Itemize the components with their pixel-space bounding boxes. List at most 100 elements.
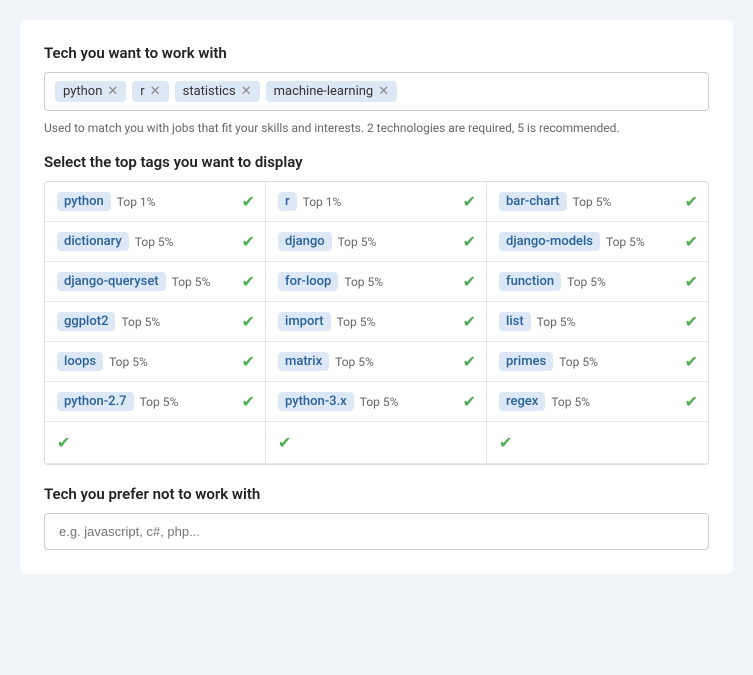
- check-icon: ✔: [685, 232, 698, 251]
- remove-tag-icon[interactable]: ✕: [107, 84, 118, 99]
- tag-cell[interactable]: python-2.7 Top 5% ✔: [45, 382, 266, 422]
- tag-name: matrix: [278, 352, 329, 371]
- hint-text: Used to match you with jobs that fit you…: [44, 121, 709, 135]
- tag-rank: Top 5%: [344, 275, 383, 289]
- tag-chip: python✕: [55, 81, 126, 102]
- tag-cell[interactable]: django-queryset Top 5% ✔: [45, 262, 266, 302]
- tag-name: python-3.x: [278, 392, 354, 411]
- check-icon: ✔: [242, 272, 255, 291]
- check-icon: ✔: [685, 352, 698, 371]
- tag-cell[interactable]: ✔: [45, 422, 266, 464]
- tag-rank: Top 5%: [338, 235, 377, 249]
- check-icon: ✔: [242, 232, 255, 251]
- tag-cell-left: dictionary Top 5%: [57, 232, 173, 251]
- check-icon: ✔: [463, 272, 476, 291]
- tag-name: for-loop: [278, 272, 338, 291]
- tag-rank: Top 5%: [121, 315, 160, 329]
- check-icon: ✔: [242, 352, 255, 371]
- tag-cell-left: django Top 5%: [278, 232, 376, 251]
- tag-cell[interactable]: function Top 5% ✔: [487, 262, 708, 302]
- tag-chip-label: machine-learning: [274, 84, 374, 99]
- check-icon: ✔: [57, 433, 70, 452]
- tag-cell[interactable]: import Top 5% ✔: [266, 302, 487, 342]
- tag-name: loops: [57, 352, 103, 371]
- tag-cell-left: list Top 5%: [499, 312, 575, 331]
- tag-rank: Top 5%: [140, 395, 179, 409]
- tag-chip: r✕: [132, 81, 168, 102]
- tag-cell-left: django-queryset Top 5%: [57, 272, 210, 291]
- check-icon: ✔: [242, 192, 255, 211]
- remove-tag-icon[interactable]: ✕: [241, 84, 252, 99]
- check-icon: ✔: [242, 392, 255, 411]
- check-icon: ✔: [278, 433, 291, 452]
- tag-name: django: [278, 232, 332, 251]
- tag-cell[interactable]: ✔: [266, 422, 487, 464]
- tag-rank: Top 5%: [335, 355, 374, 369]
- tag-cell-left: loops Top 5%: [57, 352, 148, 371]
- prefer-not-input[interactable]: [44, 513, 709, 550]
- tag-cell[interactable]: r Top 1% ✔: [266, 182, 487, 222]
- tag-name: function: [499, 272, 561, 291]
- tag-cell[interactable]: python Top 1% ✔: [45, 182, 266, 222]
- tag-cell[interactable]: ggplot2 Top 5% ✔: [45, 302, 266, 342]
- tag-rank: Top 1%: [303, 195, 342, 209]
- tag-cell[interactable]: django-models Top 5% ✔: [487, 222, 708, 262]
- check-icon: ✔: [242, 312, 255, 331]
- tag-chip-label: r: [140, 84, 144, 99]
- prefer-not-title: Tech you prefer not to work with: [44, 485, 709, 503]
- tag-cell[interactable]: regex Top 5% ✔: [487, 382, 708, 422]
- tag-rank: Top 5%: [567, 275, 606, 289]
- tag-name: list: [499, 312, 531, 331]
- tag-cell-left: regex Top 5%: [499, 392, 590, 411]
- tag-name: regex: [499, 392, 545, 411]
- tag-cell[interactable]: loops Top 5% ✔: [45, 342, 266, 382]
- check-icon: ✔: [685, 312, 698, 331]
- tag-name: import: [278, 312, 331, 331]
- tag-cell[interactable]: ✔: [487, 422, 708, 464]
- tag-cell-left: primes Top 5%: [499, 352, 598, 371]
- tag-cell[interactable]: bar-chart Top 5% ✔: [487, 182, 708, 222]
- check-icon: ✔: [463, 312, 476, 331]
- tag-cell[interactable]: for-loop Top 5% ✔: [266, 262, 487, 302]
- check-icon: ✔: [463, 392, 476, 411]
- tag-cell-left: python-2.7 Top 5%: [57, 392, 178, 411]
- tags-grid-wrapper: python Top 1% ✔ r Top 1% ✔ bar-chart Top…: [44, 181, 709, 465]
- tags-grid: python Top 1% ✔ r Top 1% ✔ bar-chart Top…: [45, 182, 708, 464]
- check-icon: ✔: [685, 192, 698, 211]
- tags-input-box[interactable]: python✕r✕statistics✕machine-learning✕: [44, 72, 709, 111]
- tag-name: python-2.7: [57, 392, 134, 411]
- tag-cell-left: r Top 1%: [278, 192, 341, 211]
- main-container: Tech you want to work with python✕r✕stat…: [20, 20, 733, 574]
- select-top-tags-title: Select the top tags you want to display: [44, 153, 709, 171]
- tag-cell[interactable]: django Top 5% ✔: [266, 222, 487, 262]
- tag-cell[interactable]: list Top 5% ✔: [487, 302, 708, 342]
- check-icon: ✔: [499, 433, 512, 452]
- tag-rank: Top 5%: [559, 355, 598, 369]
- tag-rank: Top 5%: [573, 195, 612, 209]
- tag-cell-left: for-loop Top 5%: [278, 272, 383, 291]
- tag-name: django-queryset: [57, 272, 166, 291]
- tag-rank: Top 5%: [172, 275, 211, 289]
- tag-rank: Top 5%: [337, 315, 376, 329]
- tag-name: django-models: [499, 232, 600, 251]
- tag-cell-left: bar-chart Top 5%: [499, 192, 611, 211]
- tag-name: dictionary: [57, 232, 129, 251]
- tag-cell-left: function Top 5%: [499, 272, 606, 291]
- tag-cell-left: import Top 5%: [278, 312, 375, 331]
- tag-rank: Top 1%: [117, 195, 156, 209]
- tag-chip: machine-learning ✕: [266, 81, 398, 102]
- tag-cell-left: matrix Top 5%: [278, 352, 374, 371]
- tag-name: primes: [499, 352, 553, 371]
- tag-cell-left: python Top 1%: [57, 192, 155, 211]
- tag-cell[interactable]: python-3.x Top 5% ✔: [266, 382, 487, 422]
- remove-tag-icon[interactable]: ✕: [378, 84, 389, 99]
- tag-name: r: [278, 192, 297, 211]
- tag-cell[interactable]: primes Top 5% ✔: [487, 342, 708, 382]
- tech-want-title: Tech you want to work with: [44, 44, 709, 62]
- tag-rank: Top 5%: [551, 395, 590, 409]
- tag-rank: Top 5%: [606, 235, 645, 249]
- tag-cell[interactable]: matrix Top 5% ✔: [266, 342, 487, 382]
- tag-cell[interactable]: dictionary Top 5% ✔: [45, 222, 266, 262]
- tag-name: ggplot2: [57, 312, 115, 331]
- remove-tag-icon[interactable]: ✕: [150, 84, 161, 99]
